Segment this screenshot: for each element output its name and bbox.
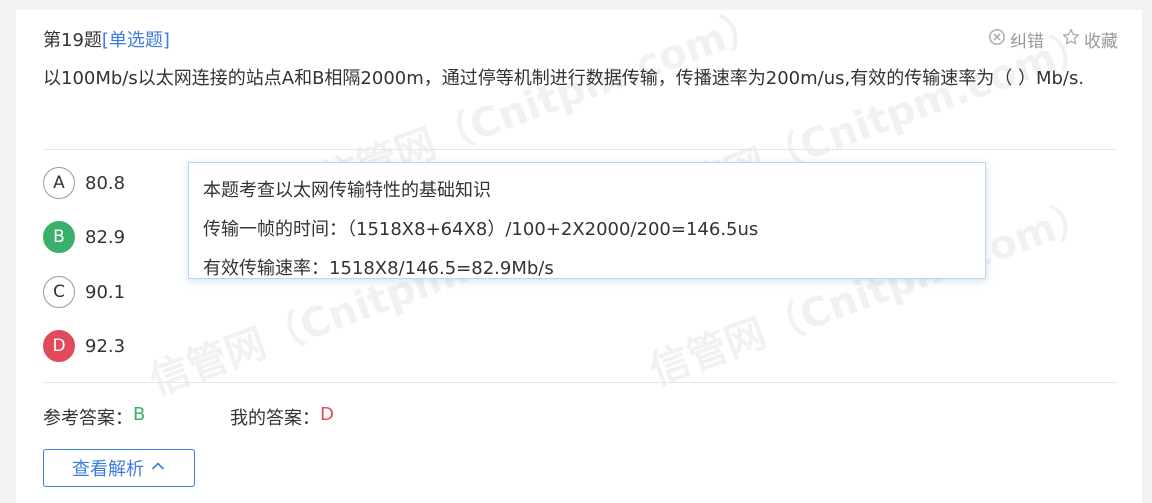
question-stem: 以100Mb/s以太网连接的站点A和B相隔2000m，通过停等机制进行数据传输，… <box>43 68 1085 89</box>
favorite-label: 收藏 <box>1084 31 1118 52</box>
question-actions: 纠错 收藏 <box>988 27 1118 52</box>
my-answer-value: D <box>320 404 334 425</box>
explanation-tooltip: 本题考查以太网传输特性的基础知识 传输一帧的时间：（1518X8+64X8）/1… <box>188 162 986 279</box>
view-explanation-label: 查看解析 <box>72 459 144 480</box>
reference-answer-value: B <box>133 404 146 425</box>
divider <box>43 382 1117 383</box>
question-type: [单选题] <box>101 30 170 51</box>
report-error-label: 纠错 <box>1010 31 1044 52</box>
question-title: 第19题[单选题] <box>43 26 170 52</box>
option-b[interactable]: B 82.9 <box>43 221 125 253</box>
divider <box>43 149 1117 150</box>
tooltip-line: 本题考查以太网传输特性的基础知识 <box>203 180 491 201</box>
question-card: 信管网（Cnitpm.com） 信管网（Cnitpm.com） 信管网（Cnit… <box>16 10 1142 503</box>
tooltip-line: 传输一帧的时间：（1518X8+64X8）/100+2X2000/200=146… <box>203 219 759 240</box>
option-d[interactable]: D 92.3 <box>43 330 125 362</box>
option-letter: B <box>43 221 75 253</box>
reference-answer-label: 参考答案： <box>43 408 133 429</box>
favorite-button[interactable]: 收藏 <box>1062 27 1118 52</box>
my-answer-label: 我的答案： <box>230 408 320 429</box>
option-text: 80.8 <box>85 172 126 194</box>
question-header: 第19题[单选题] 纠错 收藏 <box>43 26 1118 52</box>
option-letter: C <box>43 276 75 308</box>
my-answer: 我的答案： D <box>230 404 334 430</box>
question-number: 第19题 <box>43 30 102 51</box>
option-letter: A <box>43 167 75 199</box>
error-circle-icon <box>988 28 1006 51</box>
answer-summary: 参考答案： B 我的答案： D <box>43 404 334 430</box>
star-icon <box>1062 28 1080 51</box>
reference-answer: 参考答案： B <box>43 404 230 430</box>
chevron-up-icon <box>150 458 166 479</box>
view-explanation-button[interactable]: 查看解析 <box>43 449 195 487</box>
option-text: 92.3 <box>85 335 126 357</box>
option-a[interactable]: A 80.8 <box>43 167 125 199</box>
option-text: 90.1 <box>85 281 126 303</box>
option-c[interactable]: C 90.1 <box>43 276 125 308</box>
option-text: 82.9 <box>85 226 126 248</box>
report-error-button[interactable]: 纠错 <box>988 27 1044 52</box>
option-letter: D <box>43 330 75 362</box>
tooltip-line: 有效传输速率：1518X8/146.5=82.9Mb/s <box>203 258 554 279</box>
